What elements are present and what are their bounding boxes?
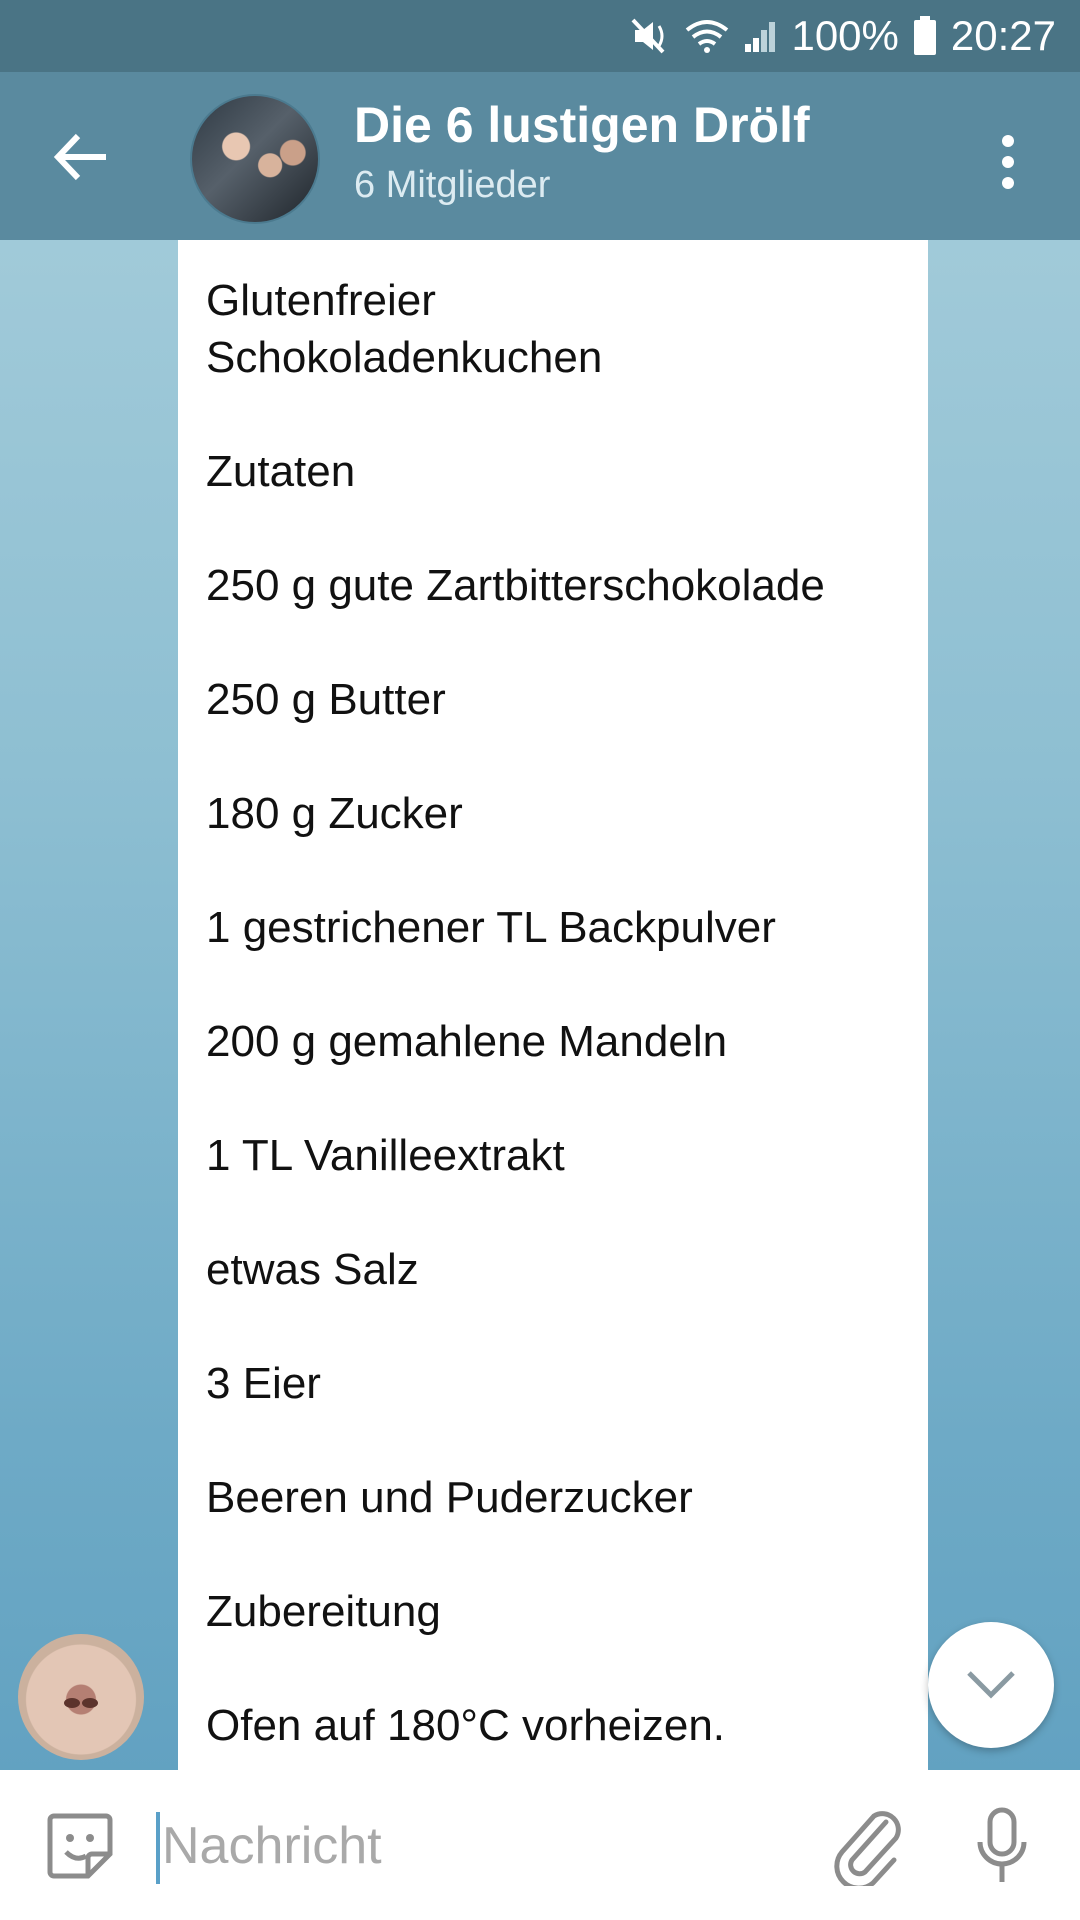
message-input[interactable] xyxy=(162,1806,782,1886)
message-line: Zubereitung xyxy=(206,1587,441,1636)
signal-icon xyxy=(743,18,777,54)
back-button[interactable] xyxy=(46,122,116,192)
message-bubble[interactable]: Glutenfreier Schokoladenkuchen Zutaten 2… xyxy=(178,240,928,1770)
battery-percentage: 100% xyxy=(791,12,899,59)
sticker-icon xyxy=(47,1813,113,1879)
message-line: Zutaten xyxy=(206,447,356,496)
paperclip-icon xyxy=(834,1811,901,1891)
sticker-button[interactable] xyxy=(44,1810,116,1882)
message-line: etwas Salz xyxy=(206,1245,419,1294)
member-count: 6 Mitglieder xyxy=(354,164,551,206)
scroll-down-button[interactable] xyxy=(928,1622,1054,1748)
status-bar: 100% 20:27 xyxy=(0,0,1080,72)
mute-icon xyxy=(631,18,671,54)
chat-header: Die 6 lustigen Drölf 6 Mitglieder xyxy=(0,72,1080,240)
battery-icon xyxy=(913,16,937,56)
message-line: 180 g Zucker xyxy=(206,789,463,838)
attach-button[interactable] xyxy=(830,1806,906,1891)
group-avatar[interactable] xyxy=(190,94,320,224)
voice-message-button[interactable] xyxy=(972,1806,1032,1890)
more-vert-icon xyxy=(1002,135,1014,189)
wifi-icon xyxy=(685,18,729,54)
message-line: 3 Eier xyxy=(206,1359,321,1408)
message-line: 1 TL Vanilleextrakt xyxy=(206,1131,565,1180)
avatar-detail xyxy=(64,1698,80,1708)
chat-title[interactable]: Die 6 lustigen Drölf xyxy=(354,96,810,154)
chevron-down-icon xyxy=(967,1671,1015,1699)
back-arrow-icon xyxy=(53,133,106,181)
clock: 20:27 xyxy=(950,12,1056,59)
microphone-icon xyxy=(977,1807,1027,1882)
more-options-button[interactable] xyxy=(990,127,1026,197)
message-line: Beeren und Puderzucker xyxy=(206,1473,693,1522)
message-line: 250 g Butter xyxy=(206,675,446,724)
sender-avatar[interactable] xyxy=(18,1634,144,1760)
message-line: 1 gestrichener TL Backpulver xyxy=(206,903,776,952)
text-cursor xyxy=(156,1812,160,1884)
message-line: 250 g gute Zartbitterschokolade xyxy=(206,561,825,610)
message-line: Glutenfreier Schokoladenkuchen xyxy=(206,276,603,382)
message-line: 200 g gemahlene Mandeln xyxy=(206,1017,728,1066)
avatar-detail xyxy=(82,1698,98,1708)
message-composer xyxy=(0,1770,1080,1920)
message-line: Ofen auf 180°C vorheizen. xyxy=(206,1701,726,1750)
